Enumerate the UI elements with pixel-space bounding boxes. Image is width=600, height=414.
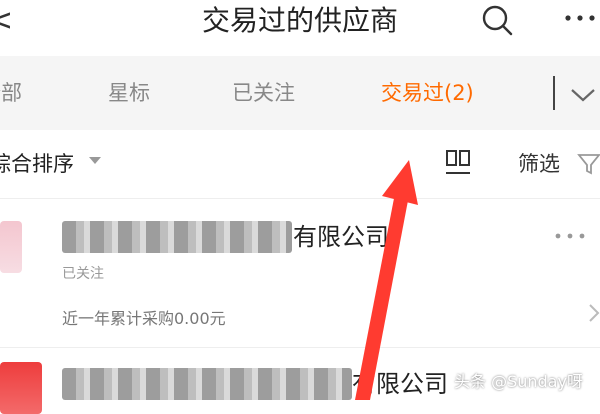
sort-toolbar: 综合排序 (0, 130, 600, 199)
chevron-down-icon[interactable] (566, 82, 600, 108)
filter-button[interactable]: 筛选 (518, 130, 560, 198)
caret-down-icon (89, 157, 101, 164)
more-icon[interactable] (552, 229, 588, 243)
tab-all[interactable]: 全部 (0, 56, 22, 130)
supplier-name-suffix: 有限公司 (352, 370, 448, 398)
followed-tag: 已关注 (62, 266, 104, 282)
tab-traded[interactable]: 交易过(2) (381, 56, 474, 130)
tab-starred[interactable]: 星标 (108, 56, 150, 130)
supplier-name-redacted (62, 368, 352, 400)
more-icon[interactable] (560, 8, 600, 28)
search-icon[interactable] (480, 3, 514, 37)
purchase-stat: 近一年累计采购0.00元 (62, 309, 226, 328)
filter-icon[interactable] (577, 152, 600, 176)
tab-bar: 全部 星标 已关注 交易过(2) (0, 56, 600, 130)
supplier-name-suffix: 有限公司 (293, 223, 389, 251)
tab-followed[interactable]: 已关注 (232, 56, 295, 130)
chevron-right-icon[interactable] (588, 303, 600, 323)
list-item[interactable]: 有限公司 已关注 近一年累计采购0.00元 (0, 199, 600, 348)
sort-dropdown[interactable]: 综合排序 (0, 130, 74, 198)
layout-toggle-icon[interactable] (444, 149, 472, 177)
watermark: 头条 @Sunday呀 (454, 372, 583, 391)
supplier-logo (0, 221, 22, 273)
supplier-name-redacted (62, 221, 292, 253)
supplier-logo (0, 362, 42, 414)
tab-divider (553, 76, 555, 110)
